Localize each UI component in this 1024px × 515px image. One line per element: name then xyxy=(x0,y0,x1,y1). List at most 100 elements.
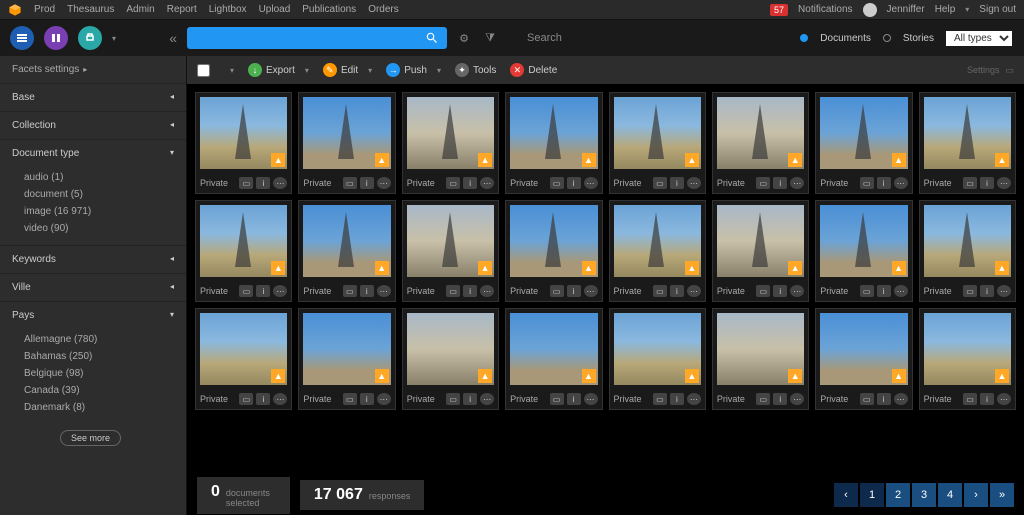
nav-prod[interactable]: Prod xyxy=(34,4,55,15)
tools-button[interactable]: ✦Tools xyxy=(455,63,496,77)
facet-keywords[interactable]: Keywords◂ xyxy=(0,246,186,273)
push-button[interactable]: →Push▾ xyxy=(386,63,441,77)
result-card[interactable]: ▲Private▭i⋯ xyxy=(815,92,912,194)
result-card[interactable]: ▲Private▭i⋯ xyxy=(298,308,395,410)
result-card[interactable]: ▲Private▭i⋯ xyxy=(712,200,809,302)
card-more-icon[interactable]: ⋯ xyxy=(687,285,701,297)
card-info-icon[interactable]: i xyxy=(670,177,684,189)
card-preview-icon[interactable]: ▭ xyxy=(860,285,874,297)
card-more-icon[interactable]: ⋯ xyxy=(377,285,391,297)
result-card[interactable]: ▲Private▭i⋯ xyxy=(195,308,292,410)
card-more-icon[interactable]: ⋯ xyxy=(997,285,1011,297)
card-info-icon[interactable]: i xyxy=(877,285,891,297)
page-4[interactable]: 4 xyxy=(938,483,962,507)
collapse-sidebar-icon[interactable]: « xyxy=(169,30,177,46)
card-preview-icon[interactable]: ▭ xyxy=(756,177,770,189)
card-more-icon[interactable]: ⋯ xyxy=(480,393,494,405)
card-more-icon[interactable]: ⋯ xyxy=(894,285,908,297)
card-more-icon[interactable]: ⋯ xyxy=(273,393,287,405)
result-card[interactable]: ▲Private▭i⋯ xyxy=(195,92,292,194)
card-info-icon[interactable]: i xyxy=(256,177,270,189)
card-more-icon[interactable]: ⋯ xyxy=(273,177,287,189)
card-more-icon[interactable]: ⋯ xyxy=(894,177,908,189)
card-info-icon[interactable]: i xyxy=(256,285,270,297)
page-2[interactable]: 2 xyxy=(886,483,910,507)
facet-item[interactable]: Canada (39) xyxy=(24,382,186,399)
type-select[interactable]: All types xyxy=(946,31,1012,46)
card-info-icon[interactable]: i xyxy=(463,393,477,405)
result-card[interactable]: ▲Private▭i⋯ xyxy=(712,308,809,410)
card-info-icon[interactable]: i xyxy=(463,285,477,297)
card-preview-icon[interactable]: ▭ xyxy=(343,393,357,405)
card-info-icon[interactable]: i xyxy=(980,393,994,405)
facet-item[interactable]: Danemark (8) xyxy=(24,399,186,416)
card-info-icon[interactable]: i xyxy=(773,393,787,405)
result-card[interactable]: ▲Private▭i⋯ xyxy=(195,200,292,302)
card-info-icon[interactable]: i xyxy=(980,285,994,297)
result-card[interactable]: ▲Private▭i⋯ xyxy=(402,92,499,194)
notification-count-badge[interactable]: 57 xyxy=(770,4,788,16)
card-more-icon[interactable]: ⋯ xyxy=(790,393,804,405)
result-card[interactable]: ▲Private▭i⋯ xyxy=(712,92,809,194)
result-card[interactable]: ▲Private▭i⋯ xyxy=(609,92,706,194)
edit-button[interactable]: ✎Edit▾ xyxy=(323,63,372,77)
card-preview-icon[interactable]: ▭ xyxy=(653,393,667,405)
result-card[interactable]: ▲Private▭i⋯ xyxy=(505,92,602,194)
facet-item[interactable]: Belgique (98) xyxy=(24,365,186,382)
facet-item[interactable]: Bahamas (250) xyxy=(24,348,186,365)
card-preview-icon[interactable]: ▭ xyxy=(963,177,977,189)
result-card[interactable]: ▲Private▭i⋯ xyxy=(919,92,1016,194)
card-more-icon[interactable]: ⋯ xyxy=(997,393,1011,405)
card-more-icon[interactable]: ⋯ xyxy=(790,285,804,297)
card-info-icon[interactable]: i xyxy=(567,285,581,297)
page-prev[interactable]: ‹ xyxy=(834,483,858,507)
facet-collection[interactable]: Collection◂ xyxy=(0,112,186,139)
delete-button[interactable]: ✕Delete xyxy=(510,63,557,77)
card-preview-icon[interactable]: ▭ xyxy=(239,177,253,189)
nav-admin[interactable]: Admin xyxy=(126,4,154,15)
card-preview-icon[interactable]: ▭ xyxy=(343,177,357,189)
card-more-icon[interactable]: ⋯ xyxy=(584,177,598,189)
card-more-icon[interactable]: ⋯ xyxy=(273,285,287,297)
radio-documents[interactable] xyxy=(800,34,808,42)
facet-item[interactable]: Allemagne (780) xyxy=(24,331,186,348)
card-info-icon[interactable]: i xyxy=(360,393,374,405)
card-info-icon[interactable]: i xyxy=(980,177,994,189)
page-last[interactable]: » xyxy=(990,483,1014,507)
settings-link[interactable]: Settings xyxy=(967,65,1000,75)
card-preview-icon[interactable]: ▭ xyxy=(860,177,874,189)
result-card[interactable]: ▲Private▭i⋯ xyxy=(919,200,1016,302)
card-preview-icon[interactable]: ▭ xyxy=(239,285,253,297)
result-card[interactable]: ▲Private▭i⋯ xyxy=(402,200,499,302)
result-card[interactable]: ▲Private▭i⋯ xyxy=(919,308,1016,410)
card-preview-icon[interactable]: ▭ xyxy=(550,393,564,405)
radio-stories[interactable] xyxy=(883,34,891,42)
page-1[interactable]: 1 xyxy=(860,483,884,507)
card-more-icon[interactable]: ⋯ xyxy=(584,285,598,297)
search-input[interactable] xyxy=(187,27,447,49)
facet-document-type[interactable]: Document type▾ xyxy=(0,140,186,167)
display-mode-icon[interactable]: ▭ xyxy=(1005,65,1014,76)
card-preview-icon[interactable]: ▭ xyxy=(343,285,357,297)
card-info-icon[interactable]: i xyxy=(256,393,270,405)
card-info-icon[interactable]: i xyxy=(463,177,477,189)
see-more-button[interactable]: See more xyxy=(60,430,121,446)
card-info-icon[interactable]: i xyxy=(567,393,581,405)
card-preview-icon[interactable]: ▭ xyxy=(446,177,460,189)
nav-orders[interactable]: Orders xyxy=(368,4,399,15)
card-more-icon[interactable]: ⋯ xyxy=(377,393,391,405)
search-filter-icon[interactable]: ⧩ xyxy=(481,29,499,47)
card-more-icon[interactable]: ⋯ xyxy=(997,177,1011,189)
card-more-icon[interactable]: ⋯ xyxy=(790,177,804,189)
select-all-checkbox[interactable] xyxy=(197,64,210,77)
card-info-icon[interactable]: i xyxy=(670,285,684,297)
nav-lightbox[interactable]: Lightbox xyxy=(209,4,247,15)
nav-thesaurus[interactable]: Thesaurus xyxy=(67,4,114,15)
card-more-icon[interactable]: ⋯ xyxy=(687,177,701,189)
result-card[interactable]: ▲Private▭i⋯ xyxy=(609,200,706,302)
card-preview-icon[interactable]: ▭ xyxy=(446,285,460,297)
card-preview-icon[interactable]: ▭ xyxy=(550,285,564,297)
facet-item[interactable]: video (90) xyxy=(24,220,186,237)
card-preview-icon[interactable]: ▭ xyxy=(550,177,564,189)
card-more-icon[interactable]: ⋯ xyxy=(584,393,598,405)
